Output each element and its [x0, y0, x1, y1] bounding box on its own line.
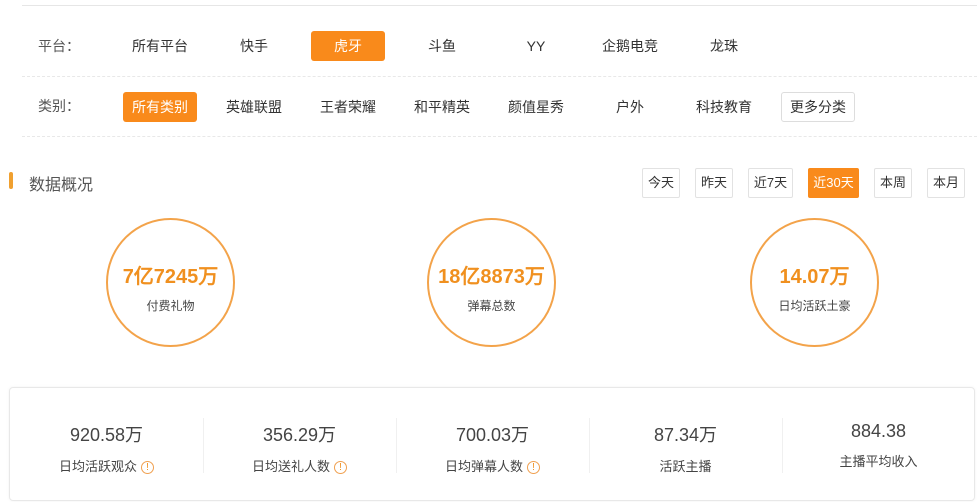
metric-value: 14.07万	[779, 266, 850, 288]
info-icon[interactable]: !	[527, 461, 540, 475]
platform-option-longzhu[interactable]: 龙珠	[687, 31, 761, 61]
platform-filter-row: 平台： 所有平台 快手 虎牙 斗鱼 YY 企鹅电竞 龙珠	[22, 16, 977, 77]
platform-option-penguin[interactable]: 企鹅电竞	[593, 31, 667, 61]
more-categories-button[interactable]: 更多分类	[781, 92, 855, 122]
category-option-all[interactable]: 所有类别	[123, 92, 197, 122]
category-option-tech-edu[interactable]: 科技教育	[687, 92, 761, 122]
metric-label: 弹幕总数	[467, 299, 516, 313]
stat-value: 356.29万	[262, 425, 337, 445]
platform-option-huya[interactable]: 虎牙	[311, 31, 385, 61]
stat-label: 活跃主播	[659, 459, 712, 474]
category-label: 类别：	[38, 98, 80, 114]
stat-label: 日均弹幕人数	[444, 459, 523, 474]
stat-value: 87.34万	[653, 425, 718, 445]
stat-daily-gifters: 356.29万 日均送礼人数!	[203, 388, 396, 500]
platform-option-yy[interactable]: YY	[499, 31, 573, 61]
category-option-lol[interactable]: 英雄联盟	[217, 92, 291, 122]
range-yesterday[interactable]: 昨天	[695, 168, 733, 198]
stats-card: 920.58万 日均活跃观众! 356.29万 日均送礼人数! 700.03万 …	[9, 387, 975, 501]
metric-circle-danmaku: 18亿8873万 弹幕总数	[427, 218, 556, 347]
stat-label: 主播平均收入	[839, 454, 918, 469]
stat-avg-streamer-income: 884.38 主播平均收入	[782, 388, 975, 500]
info-icon[interactable]: !	[141, 461, 154, 475]
stat-value: 700.03万	[455, 425, 530, 445]
metric-circle-gifts: 7亿7245万 付费礼物	[106, 218, 235, 347]
stat-daily-danmaku-users: 700.03万 日均弹幕人数!	[396, 388, 589, 500]
stat-active-streamers: 87.34万 活跃主播	[589, 388, 782, 500]
range-this-week[interactable]: 本周	[874, 168, 912, 198]
metric-value: 7亿7245万	[122, 266, 219, 288]
metric-circle-whales: 14.07万 日均活跃土豪	[750, 218, 879, 347]
info-icon[interactable]: !	[334, 461, 347, 475]
platform-option-kuaishou[interactable]: 快手	[217, 31, 291, 61]
range-30days[interactable]: 近30天	[808, 168, 859, 198]
stat-value: 920.58万	[69, 425, 144, 445]
stat-value: 884.38	[850, 421, 907, 441]
stat-daily-viewers: 920.58万 日均活跃观众!	[10, 388, 203, 500]
stat-label: 日均送礼人数	[251, 459, 330, 474]
range-7days[interactable]: 近7天	[748, 168, 793, 198]
category-option-honor-of-kings[interactable]: 王者荣耀	[311, 92, 385, 122]
category-filter-row: 类别： 所有类别 英雄联盟 王者荣耀 和平精英 颜值星秀 户外 科技教育 更多分…	[22, 76, 977, 137]
section-accent-bar	[9, 172, 13, 189]
range-today[interactable]: 今天	[642, 168, 680, 198]
category-option-pubg-mobile[interactable]: 和平精英	[405, 92, 479, 122]
stat-label: 日均活跃观众	[58, 459, 137, 474]
range-this-month[interactable]: 本月	[927, 168, 965, 198]
platform-label: 平台：	[38, 38, 80, 54]
platform-option-all[interactable]: 所有平台	[123, 31, 197, 61]
section-title: 数据概况	[29, 177, 94, 194]
metric-label: 日均活跃土豪	[778, 299, 851, 313]
top-divider	[22, 5, 977, 6]
metric-label: 付费礼物	[146, 299, 195, 313]
metric-value: 18亿8873万	[438, 266, 545, 288]
category-option-showbiz[interactable]: 颜值星秀	[499, 92, 573, 122]
category-option-outdoor[interactable]: 户外	[593, 92, 667, 122]
platform-option-douyu[interactable]: 斗鱼	[405, 31, 479, 61]
